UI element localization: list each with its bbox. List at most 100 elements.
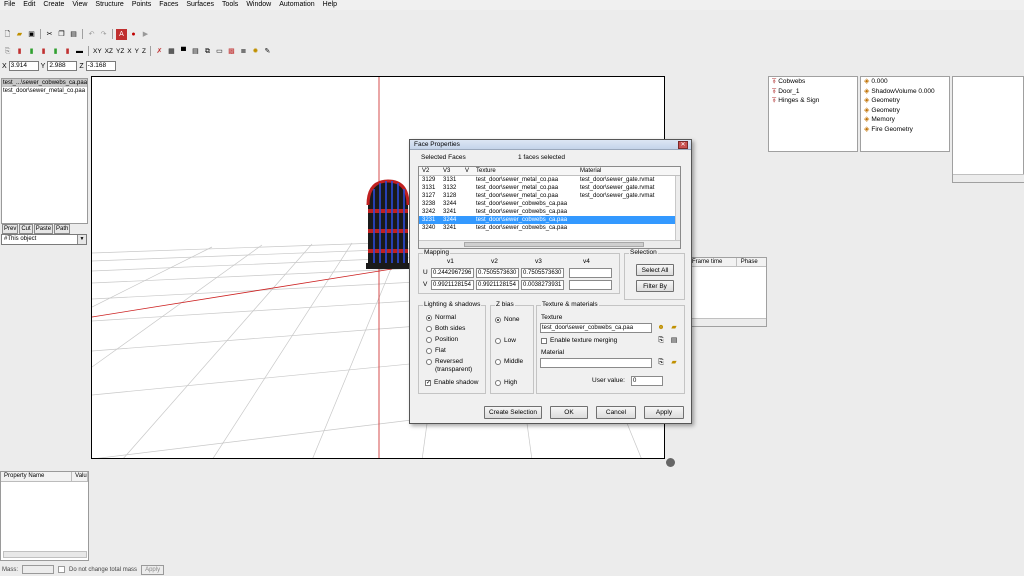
pen-icon[interactable]: ✎ [262, 46, 273, 57]
axis-x-button[interactable]: X [126, 46, 132, 57]
v-v1-field[interactable]: 0.9921128154 [431, 280, 474, 290]
col-material[interactable]: Material [578, 167, 668, 175]
menu-automation[interactable]: Automation [275, 0, 318, 10]
mass-field[interactable] [22, 565, 55, 574]
table-row[interactable]: 3238 3244 test_door\sewer_cobwebs_ca.paa [419, 200, 680, 208]
selection-green-icon[interactable]: ▮ [26, 46, 37, 57]
record-icon[interactable]: ● [128, 29, 139, 40]
menu-surfaces[interactable]: Surfaces [182, 0, 218, 10]
zbias-low-radio[interactable]: Low [495, 337, 516, 345]
list-item[interactable]: ◈ Memory [861, 115, 949, 125]
open-folder-icon[interactable]: ▰ [14, 29, 25, 40]
chevron-down-icon[interactable]: ▼ [77, 235, 86, 244]
normal-radio[interactable]: Normal [426, 314, 456, 322]
menu-view[interactable]: View [68, 0, 91, 10]
zbias-middle-radio[interactable]: Middle [495, 358, 523, 366]
path-button[interactable]: Path [54, 224, 71, 234]
phase-header[interactable]: Phase [737, 258, 766, 266]
view-xy-button[interactable]: XY [92, 46, 103, 57]
mass-apply-button[interactable]: Apply [141, 564, 165, 575]
col-v2[interactable]: V2 [419, 167, 441, 175]
y-coordinate-field[interactable]: 2.988 [47, 61, 78, 71]
cut-icon[interactable]: ✂ [44, 29, 55, 40]
radiation-icon[interactable]: ✹ [250, 46, 261, 57]
z-coordinate-field[interactable]: -3.168 [85, 61, 116, 71]
table-row[interactable]: 3129 3131 test_door\sewer_metal_co.paa test… [419, 176, 680, 184]
texture-properties-icon[interactable]: ▤ [669, 336, 679, 345]
viewport-scrollbar[interactable] [91, 459, 665, 467]
create-selection-button[interactable]: Create Selection [484, 406, 542, 419]
frame-time-header[interactable]: Frame time [688, 258, 737, 266]
u-v2-field[interactable]: 0.7505573630 [476, 268, 519, 278]
new-file-icon[interactable]: 🗋 [2, 29, 13, 40]
mirror-icon[interactable]: ✗ [154, 46, 165, 57]
copy-icon[interactable]: ❐ [56, 29, 67, 40]
cut-button[interactable]: Cut [19, 224, 33, 234]
u-v4-field[interactable] [569, 268, 612, 278]
viewport-corner-knob[interactable] [666, 458, 675, 467]
material-edit-icon[interactable]: ⎘ [656, 358, 666, 367]
filter-by-button[interactable]: Filter By [636, 280, 674, 292]
menu-create[interactable]: Create [39, 0, 68, 10]
cancel-button[interactable]: Cancel [596, 406, 636, 419]
texture-edit-icon[interactable]: ⎘ [656, 336, 666, 345]
table-row[interactable]: 3242 3241 test_door\sewer_cobwebs_ca.paa [419, 208, 680, 216]
close-icon[interactable]: ✕ [678, 141, 688, 149]
play-icon[interactable]: ▶ [140, 29, 151, 40]
flat-radio[interactable]: Flat [426, 347, 446, 355]
select-all-button[interactable]: Select All [636, 264, 674, 276]
selection-mixed-icon[interactable]: ▮ [50, 46, 61, 57]
axis-z-button[interactable]: Z [141, 46, 147, 57]
table-row[interactable]: 3131 3132 test_door\sewer_metal_co.paa test… [419, 184, 680, 192]
lock-icon[interactable]: ▬ [74, 46, 85, 57]
zbias-high-radio[interactable]: High [495, 379, 517, 387]
material-folder-icon[interactable]: ▰ [669, 358, 679, 367]
table-row-selected[interactable]: 3231 3244 test_door\sewer_cobwebs_ca.paa [419, 216, 680, 224]
scroll-thumb[interactable] [464, 242, 644, 247]
view-yz-button[interactable]: YZ [115, 46, 125, 57]
select-icon[interactable]: ⎘ [2, 46, 13, 57]
selection-red-2-icon[interactable]: ▮ [62, 46, 73, 57]
list-item[interactable]: ⍕ Cobwebs [769, 77, 857, 87]
table-vscrollbar[interactable] [675, 176, 680, 240]
user-value-field[interactable]: 0 [631, 376, 663, 386]
material-field[interactable] [540, 358, 652, 368]
animation-scrollbar[interactable] [688, 318, 766, 326]
layers-icon[interactable]: ▤ [190, 46, 201, 57]
menu-file[interactable]: File [0, 0, 19, 10]
axis-y-button[interactable]: Y [134, 46, 140, 57]
list-item[interactable]: ◈ Geometry [861, 96, 949, 106]
menu-edit[interactable]: Edit [19, 0, 39, 10]
x-coordinate-field[interactable]: 3.914 [8, 61, 39, 71]
menu-tools[interactable]: Tools [218, 0, 242, 10]
zbias-none-radio[interactable]: None [495, 316, 520, 324]
lock-red-icon[interactable]: ▮ [38, 46, 49, 57]
redo-icon[interactable]: ↷ [98, 29, 109, 40]
list-item[interactable]: ⍕ Hinges & Sign [769, 96, 857, 106]
prev-button[interactable]: Prev [2, 224, 19, 234]
texture-field[interactable]: test_door\sewer_cobwebs_ca.paa [540, 323, 652, 333]
save-icon[interactable]: ▣ [26, 29, 37, 40]
menu-structure[interactable]: Structure [91, 0, 127, 10]
frame-icon[interactable]: ▭ [214, 46, 225, 57]
texture-merging-checkbox[interactable]: Enable texture merging [541, 337, 617, 345]
grid-icon[interactable]: ▦ [166, 46, 177, 57]
position-radio[interactable]: Position [426, 336, 458, 344]
list-item[interactable]: ◈ ShadowVolume 0.000 [861, 87, 949, 97]
texture-grid-icon[interactable]: ▩ [226, 46, 237, 57]
paste-icon[interactable]: ▤ [68, 29, 79, 40]
table-row[interactable]: 3127 3128 test_door\sewer_metal_co.paa test… [419, 192, 680, 200]
autosmooth-icon[interactable]: A [116, 28, 127, 40]
list-item[interactable]: ⍕ Door_1 [769, 87, 857, 97]
table-hscrollbar[interactable] [419, 240, 680, 248]
list-item[interactable]: ◈ Geometry [861, 106, 949, 116]
col-v[interactable]: V [465, 167, 474, 175]
menu-window[interactable]: Window [242, 0, 275, 10]
both-sides-radio[interactable]: Both sides [426, 325, 465, 333]
list-item[interactable]: test_...\sewer_cobwebs_ca.paa [2, 79, 87, 87]
view-xz-button[interactable]: XZ [104, 46, 114, 57]
ok-button[interactable]: OK [550, 406, 588, 419]
v-v4-field[interactable] [569, 280, 612, 290]
property-scrollbar[interactable] [3, 551, 87, 558]
paste-button[interactable]: Paste [33, 224, 54, 234]
